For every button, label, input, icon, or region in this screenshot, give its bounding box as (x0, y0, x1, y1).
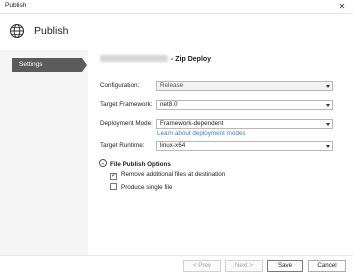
single-file-option[interactable]: Produce single file (110, 183, 172, 191)
target-framework-dropdown[interactable]: net8.0 (156, 100, 333, 110)
chevron-down-icon (326, 123, 330, 126)
sidebar: Settings (0, 50, 88, 255)
chevron-down-icon (326, 104, 330, 107)
deployment-mode-value: Framework-dependent (160, 120, 224, 127)
configuration-dropdown[interactable]: Release (156, 81, 333, 91)
cancel-button[interactable]: Cancel (308, 260, 346, 272)
settings-panel: - Zip Deploy Configuration: Release Targ… (88, 50, 353, 255)
next-button[interactable]: Next > (225, 260, 263, 272)
chevron-down-icon (326, 145, 330, 148)
chevron-up-icon (99, 159, 107, 167)
target-framework-label: Target Framework: (100, 101, 153, 108)
redacted-profile-name (100, 55, 168, 62)
close-icon[interactable]: ✕ (337, 1, 347, 12)
chevron-down-icon (326, 85, 330, 88)
configuration-label: Configuration: (100, 82, 140, 89)
single-file-label: Produce single file (121, 184, 173, 191)
dialog-header: Publish (0, 14, 353, 50)
target-runtime-dropdown[interactable]: linux-x64 (156, 141, 333, 151)
sidebar-item-settings[interactable]: Settings (12, 58, 87, 72)
single-file-checkbox[interactable] (110, 183, 117, 190)
remove-files-label: Remove additional files at destination (121, 171, 226, 178)
window-title: Publish (5, 2, 27, 9)
configuration-value: Release (160, 82, 184, 89)
globe-icon (9, 23, 25, 39)
learn-deployment-modes-link[interactable]: Learn about deployment modes (157, 130, 246, 137)
remove-files-option[interactable]: ✓ Remove additional files at destination (110, 171, 225, 180)
deployment-mode-dropdown[interactable]: Framework-dependent (156, 119, 333, 129)
target-runtime-label: Target Runtime: (100, 142, 145, 149)
file-publish-options-toggle[interactable]: File Publish Options (99, 159, 171, 168)
file-publish-options-title: File Publish Options (110, 161, 171, 168)
target-framework-value: net8.0 (160, 101, 178, 108)
dialog-title: Publish (34, 25, 69, 37)
prev-button[interactable]: < Prev (183, 260, 221, 272)
dialog-footer: < Prev Next > Save Cancel (0, 255, 353, 279)
target-runtime-value: linux-x64 (160, 142, 186, 149)
save-button[interactable]: Save (267, 260, 303, 272)
profile-title-suffix: - Zip Deploy (171, 56, 212, 63)
window-title-bar: Publish ✕ (0, 0, 353, 14)
remove-files-checkbox[interactable]: ✓ (110, 173, 117, 180)
deployment-mode-label: Deployment Mode: (100, 120, 153, 127)
profile-title: - Zip Deploy (100, 55, 211, 63)
